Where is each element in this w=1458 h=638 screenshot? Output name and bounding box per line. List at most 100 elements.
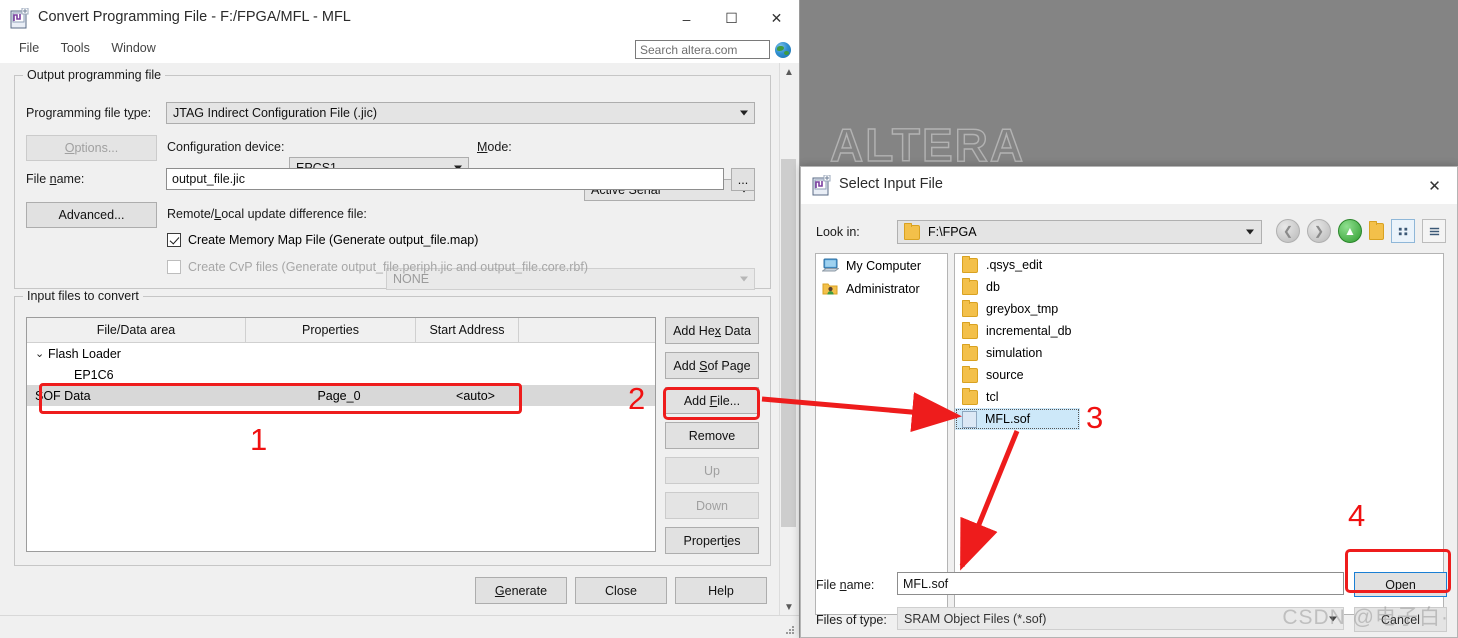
close-button[interactable]: ✕ (754, 0, 799, 37)
globe-icon[interactable] (775, 41, 791, 58)
file-list-item[interactable]: incremental_db (955, 320, 1443, 342)
add-sof-page-label: Add Sof Page (673, 358, 751, 373)
browse-output-file-button[interactable]: ... (731, 168, 755, 191)
options-button[interactable]: Options... (26, 135, 157, 161)
file-name: MFL.sof (985, 412, 1031, 426)
list-view-icon[interactable] (1391, 219, 1415, 243)
output-programming-file-group: Output programming file Programming file… (14, 68, 771, 290)
options-button-label: Options... (64, 141, 119, 155)
dialog-close-button[interactable]: ✕ (1412, 167, 1457, 204)
output-file-name-input[interactable]: output_file.jic (166, 168, 724, 190)
file-list-item[interactable]: source (955, 364, 1443, 386)
new-folder-icon[interactable] (1369, 220, 1384, 240)
help-button[interactable]: Help (675, 577, 767, 604)
column-header-start-address[interactable]: Start Address (416, 318, 519, 342)
dialog-title: Select Input File (839, 176, 943, 192)
close-dialog-button[interactable]: Close (575, 577, 667, 604)
files-of-type-combo[interactable]: SRAM Object Files (*.sof) (897, 607, 1344, 630)
file-list-item[interactable]: db (955, 276, 1443, 298)
create-memory-map-checkbox[interactable]: Create Memory Map File (Generate output_… (167, 233, 478, 247)
folder-icon (962, 343, 978, 361)
resize-grip-icon[interactable] (784, 624, 796, 636)
menu-window[interactable]: Window (102, 37, 164, 59)
place-label: My Computer (846, 258, 922, 273)
open-button[interactable]: Open (1354, 572, 1447, 597)
generate-button[interactable]: Generate (475, 577, 567, 604)
annotation-step-4: 4 (1348, 498, 1366, 533)
annotation-step-3: 3 (1086, 400, 1104, 435)
remove-button[interactable]: Remove (665, 422, 759, 449)
search-area: Search altera.com (635, 40, 791, 59)
dialog-file-name-input[interactable]: MFL.sof (897, 572, 1344, 595)
menu-file[interactable]: File (10, 37, 48, 59)
scroll-up-arrow[interactable]: ▲ (780, 63, 798, 81)
csdn-watermark: CSDN @电子白· (1282, 606, 1449, 629)
programming-file-type-combo[interactable]: JTAG Indirect Configuration File (.jic) (166, 102, 755, 124)
column-header-file-data-area[interactable]: File/Data area (27, 318, 246, 342)
main-vertical-scrollbar[interactable]: ▲ ▼ (779, 63, 798, 616)
maximize-button[interactable]: ☐ (709, 0, 754, 37)
browse-button-label: ... (737, 172, 749, 187)
search-input[interactable]: Search altera.com (635, 40, 770, 59)
configuration-device-label: Configuration device: (167, 140, 285, 154)
expander-icon[interactable]: ⌄ (35, 347, 48, 360)
file-list-item[interactable]: greybox_tmp (955, 298, 1443, 320)
file-list-item[interactable]: tcl (955, 386, 1443, 408)
table-row[interactable]: ⌄ Flash Loader (27, 343, 655, 364)
add-hex-data-button[interactable]: Add Hex Data (665, 317, 759, 344)
output-group-legend: Output programming file (23, 68, 166, 82)
file-list[interactable]: .qsys_edit db greybox_tmp incremental_db… (954, 253, 1444, 615)
file-list-item-selected[interactable]: MFL.sof (955, 408, 1080, 430)
add-sof-page-button[interactable]: Add Sof Page (665, 352, 759, 379)
table-row-selected[interactable]: SOF Data Page_0 <auto> (27, 385, 655, 406)
forward-icon[interactable]: ❯ (1307, 219, 1331, 243)
programming-file-type-label: Programming file type: (26, 106, 152, 120)
create-memory-map-label: Create Memory Map File (Generate output_… (188, 233, 479, 247)
file-list-item[interactable]: .qsys_edit (955, 254, 1443, 276)
annotation-step-2: 2 (628, 381, 646, 416)
menubar: File Tools Window Search altera.com (0, 37, 799, 63)
look-in-combo[interactable]: F:\FPGA (897, 220, 1262, 244)
up-one-level-icon[interactable]: ▲ (1338, 219, 1362, 243)
mode-label: Mode: (477, 140, 512, 154)
file-name: tcl (986, 390, 999, 404)
scrollbar-thumb[interactable] (781, 159, 796, 527)
dialog-titlebar: Select Input File ✕ (801, 167, 1457, 204)
places-panel[interactable]: My Computer Administrator (815, 253, 948, 615)
place-item-administrator[interactable]: Administrator (816, 277, 947, 300)
place-item-my-computer[interactable]: My Computer (816, 254, 947, 277)
file-name-label: File name: (26, 172, 85, 186)
create-cvp-files-checkbox[interactable]: Create CvP files (Generate output_file.p… (167, 260, 588, 274)
checkbox-icon (167, 260, 181, 274)
computer-icon (822, 258, 839, 272)
table-row[interactable]: EP1C6 (27, 364, 655, 385)
properties-label: Properties (683, 533, 741, 548)
look-in-value: F:\FPGA (928, 225, 977, 239)
advanced-button[interactable]: Advanced... (26, 202, 157, 228)
menu-tools[interactable]: Tools (52, 37, 99, 59)
input-files-table[interactable]: File/Data area Properties Start Address … (26, 317, 656, 552)
add-file-label: Add File... (683, 393, 741, 408)
dialog-toolbar: ❮ ❯ ▲ (1276, 219, 1446, 243)
input-files-group: Input files to convert File/Data area Pr… (14, 289, 771, 566)
minimize-button[interactable]: – (664, 0, 709, 37)
folder-icon (962, 299, 978, 317)
add-hex-data-label: Add Hex Data (673, 323, 751, 338)
down-button[interactable]: Down (665, 492, 759, 519)
add-file-button[interactable]: Add File... (665, 387, 759, 414)
back-icon[interactable]: ❮ (1276, 219, 1300, 243)
file-name: greybox_tmp (986, 302, 1059, 316)
window-client-area: Output programming file Programming file… (0, 63, 799, 638)
altera-watermark: ALTERA (829, 118, 1026, 171)
detail-view-icon[interactable] (1422, 219, 1446, 243)
window-title: Convert Programming File - F:/FPGA/MFL -… (38, 9, 351, 25)
folder-icon (962, 277, 978, 295)
scrollbar-track[interactable] (780, 81, 798, 598)
generate-label: Generate (494, 583, 548, 598)
properties-button[interactable]: Properties (665, 527, 759, 554)
file-list-item[interactable]: simulation (955, 342, 1443, 364)
scroll-down-arrow[interactable]: ▼ (780, 598, 798, 616)
file-name: source (986, 368, 1024, 382)
up-button[interactable]: Up (665, 457, 759, 484)
column-header-properties[interactable]: Properties (246, 318, 416, 342)
